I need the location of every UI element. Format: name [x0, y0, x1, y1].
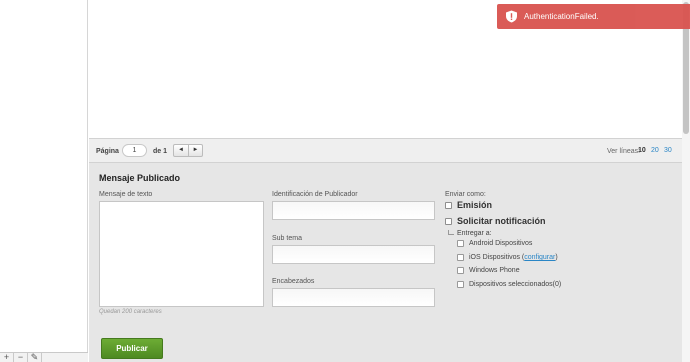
vertical-scrollbar[interactable] [682, 0, 690, 362]
lines-label: Ver líneas: [607, 148, 641, 155]
pager-bar: Página 1 de 1 ◄ ► Ver líneas: 10 20 30 [89, 139, 682, 163]
broadcast-label: Emisión [457, 200, 493, 210]
windows-phone-label: Windows Phone [469, 267, 520, 274]
toast-message: AuthenticationFailed. [524, 12, 599, 21]
message-label: Mensaje de texto [99, 191, 153, 198]
android-label: Android Dispositivos [469, 240, 533, 247]
publisher-id-label: Identificación de Publicador [272, 191, 358, 198]
deliver-arrow-icon [448, 230, 454, 235]
send-as-label: Enviar como: [445, 191, 486, 198]
edit-button[interactable]: ✎ [28, 353, 42, 362]
lines-option-30[interactable]: 30 [664, 147, 672, 154]
subtopic-label: Sub tema [272, 235, 302, 242]
main-panel: Página 1 de 1 ◄ ► Ver líneas: 10 20 30 M… [89, 0, 682, 362]
deliver-to-label: Entregar a: [457, 230, 492, 237]
ios-label-end: ) [555, 254, 558, 261]
warning-shield-icon [506, 10, 517, 23]
next-page-button[interactable]: ► [187, 145, 202, 156]
headers-input[interactable] [272, 288, 435, 307]
ios-label-text: iOS Dispositivos ( [469, 254, 525, 261]
pager-nav: ◄ ► [173, 144, 203, 157]
subtopic-input[interactable] [272, 245, 435, 264]
app-root: + − ✎ Página 1 de 1 ◄ ► Ver líneas: 10 2… [0, 0, 690, 362]
sidebar-toolbar: + − ✎ [0, 352, 88, 362]
android-checkbox[interactable] [457, 240, 464, 247]
selected-devices-label: Dispositivos seleccionados(0) [469, 281, 562, 288]
page-label: Página [96, 148, 119, 155]
error-toast[interactable]: AuthenticationFailed. [497, 4, 690, 29]
left-sidebar: + − ✎ [0, 0, 88, 362]
ios-configure-link[interactable]: configurar [524, 254, 555, 261]
page-count-label: de 1 [153, 148, 168, 155]
prev-page-button[interactable]: ◄ [174, 145, 188, 156]
remove-button[interactable]: − [14, 353, 28, 362]
ios-checkbox[interactable] [457, 254, 464, 261]
request-notification-label: Solicitar notificación [457, 216, 546, 226]
broadcast-checkbox[interactable] [445, 202, 452, 209]
windows-phone-checkbox[interactable] [457, 267, 464, 274]
headers-label: Encabezados [272, 278, 315, 285]
ios-label: iOS Dispositivos (configurar) [469, 254, 558, 261]
lines-option-10[interactable]: 10 [638, 147, 646, 154]
message-textarea[interactable] [99, 201, 264, 307]
add-button[interactable]: + [0, 353, 14, 362]
form-title: Mensaje Publicado [99, 173, 181, 183]
selected-devices-checkbox[interactable] [457, 281, 464, 288]
publisher-id-input[interactable] [272, 201, 435, 220]
request-notification-checkbox[interactable] [445, 218, 452, 225]
page-number-input[interactable]: 1 [122, 144, 147, 157]
publish-button[interactable]: Publicar [101, 338, 163, 359]
lines-option-20[interactable]: 20 [651, 147, 659, 154]
chars-left-hint: Quedan 200 caracteres [99, 309, 162, 315]
